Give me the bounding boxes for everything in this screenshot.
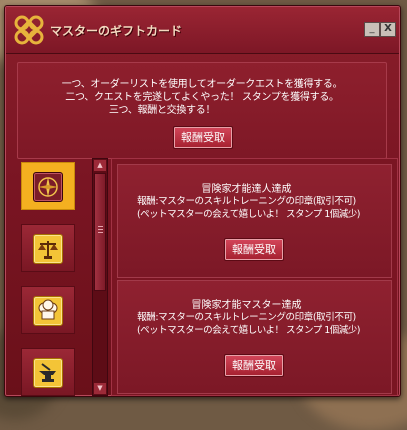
quest-claim-button[interactable]: 報酬受取 [224, 238, 284, 261]
scroll-down-arrow-icon[interactable]: ▼ [94, 383, 106, 394]
quest-list-panel: 冒険家才能達人達成 報酬:マスターのスキルトレーニングの印章(取引不可) (ペッ… [111, 158, 398, 396]
instructions-panel: 一つ、オーダーリストを使用してオーダークエストを獲得する。 二つ、クエストを完遂… [17, 62, 387, 159]
close-button[interactable]: X [380, 22, 396, 37]
instruction-line-3: 三つ、報酬と交換する！ [108, 105, 216, 116]
sidebar-item-scales[interactable] [21, 224, 75, 272]
sidebar-item-chef-hat[interactable] [21, 286, 75, 334]
chef-hat-icon [33, 296, 63, 326]
scales-icon [33, 234, 63, 264]
category-sidebar [19, 162, 91, 396]
quest-card: 冒険家才能達人達成 報酬:マスターのスキルトレーニングの印章(取引不可) (ペッ… [117, 164, 392, 278]
quest-list-scrollbar[interactable]: ▲ ▼ [92, 158, 108, 396]
title-bar[interactable]: マスターのギフトカード _ X [6, 7, 399, 54]
anvil-icon [33, 358, 63, 388]
scroll-thumb[interactable] [94, 173, 106, 291]
claim-reward-button[interactable]: 報酬受取 [173, 126, 233, 149]
sidebar-item-compass[interactable] [21, 162, 75, 210]
knot-logo-icon [14, 15, 44, 45]
quest-card: 冒険家才能マスター達成 報酬:マスターのスキルトレーニングの印章(取引不可) (… [117, 280, 392, 394]
scroll-up-arrow-icon[interactable]: ▲ [94, 160, 106, 171]
quest-reward: 報酬:マスターのスキルトレーニングの印章(取引不可) [137, 196, 356, 207]
quest-note: (ペットマスターの会えて嬉しいよ！ スタンプ 1個減少) [136, 209, 361, 220]
quest-reward: 報酬:マスターのスキルトレーニングの印章(取引不可) [137, 312, 356, 323]
compass-icon [33, 172, 63, 202]
sidebar-item-anvil[interactable] [21, 348, 75, 396]
quest-note: (ペットマスターの会えて嬉しいよ！ スタンプ 1個減少) [136, 325, 361, 336]
minimize-button[interactable]: _ [364, 22, 380, 37]
gift-card-window: マスターのギフトカード _ X 一つ、オーダーリストを使用してオーダークエストを… [4, 5, 401, 397]
quest-claim-button[interactable]: 報酬受取 [224, 354, 284, 377]
window-title: マスターのギフトカード [50, 24, 183, 38]
